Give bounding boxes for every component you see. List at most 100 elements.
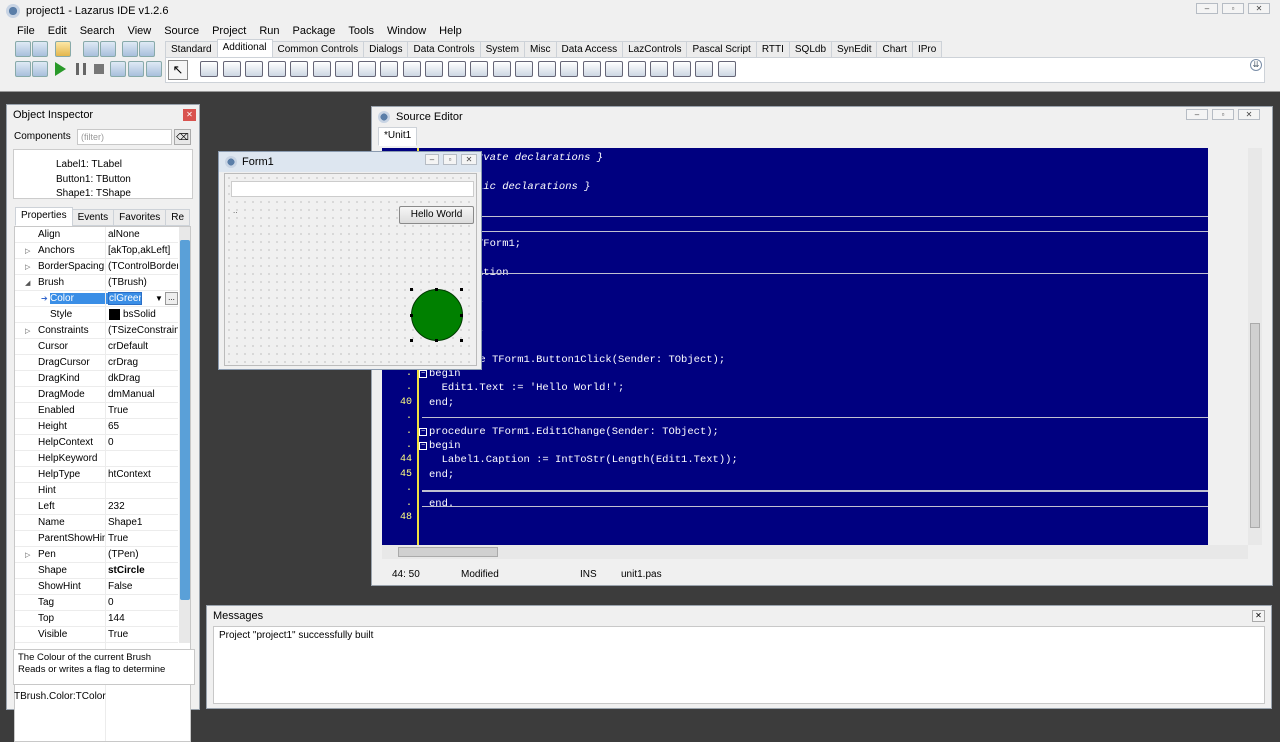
- palette-tab-synedit[interactable]: SynEdit: [831, 41, 878, 58]
- code-line[interactable]: TForm1;: [477, 238, 521, 250]
- menu-item-window[interactable]: Window: [387, 25, 426, 37]
- property-row-dragkind[interactable]: DragKind dkDrag: [15, 371, 178, 387]
- property-row-shape[interactable]: Shape stCircle: [15, 563, 178, 579]
- expand-icon[interactable]: ▷: [25, 263, 30, 271]
- palette-scroll-icon[interactable]: ⇊: [1250, 59, 1262, 71]
- tab-re[interactable]: Re: [165, 209, 191, 226]
- property-value[interactable]: crDefault: [108, 341, 178, 352]
- new-unit-icon[interactable]: [15, 41, 31, 57]
- property-row-brush[interactable]: ◢ Brush (TBrush): [15, 275, 178, 291]
- code-line[interactable]: procedure TForm1.Edit1Change(Sender: TOb…: [429, 426, 719, 438]
- property-value[interactable]: 144: [108, 613, 178, 624]
- shape-handle[interactable]: [460, 288, 463, 291]
- property-row-showhint[interactable]: ShowHint False: [15, 579, 178, 595]
- edit1-field[interactable]: [231, 181, 474, 197]
- maskedit-component-icon[interactable]: [537, 61, 556, 77]
- shape1-circle[interactable]: [411, 289, 463, 341]
- drawgrid-component-icon[interactable]: [650, 61, 668, 77]
- minimize-button[interactable]: –: [1196, 3, 1218, 14]
- paintbox-component-icon[interactable]: [335, 61, 353, 77]
- color-dropdown-icon[interactable]: ▼: [155, 294, 163, 303]
- property-value[interactable]: True: [108, 533, 178, 544]
- shape-handle[interactable]: [435, 288, 438, 291]
- build-message[interactable]: Project "project1" successfully built: [219, 630, 1259, 641]
- menu-item-tools[interactable]: Tools: [348, 25, 374, 37]
- save-all-icon[interactable]: [100, 41, 116, 57]
- menu-item-search[interactable]: Search: [80, 25, 115, 37]
- property-value[interactable]: True: [108, 405, 178, 416]
- checkgroup-component-icon[interactable]: [470, 61, 488, 77]
- combobox-component-icon[interactable]: [515, 61, 533, 77]
- tree-item[interactable]: Button1: TButton: [56, 174, 131, 185]
- property-row-anchors[interactable]: ▷ Anchors [akTop,akLeft]: [15, 243, 178, 259]
- pointer-tool-icon[interactable]: ↖: [168, 60, 188, 80]
- inspector-close-button[interactable]: ✕: [183, 109, 196, 121]
- editor-maximize-button[interactable]: ▫: [1212, 109, 1234, 120]
- close-button[interactable]: ✕: [1248, 3, 1270, 14]
- property-value[interactable]: 0: [108, 597, 178, 608]
- notebook-component-icon[interactable]: [357, 61, 376, 77]
- menu-item-package[interactable]: Package: [293, 25, 336, 37]
- label-component-icon[interactable]: [380, 61, 398, 77]
- splitter-component-icon[interactable]: [402, 61, 421, 77]
- code-line[interactable]: rvate declarations }: [477, 152, 603, 164]
- stringgrid-component-icon[interactable]: [627, 61, 646, 77]
- property-row-dragmode[interactable]: DragMode dmManual: [15, 387, 178, 403]
- fold-icon[interactable]: −: [419, 370, 427, 378]
- list-component-icon[interactable]: [695, 61, 713, 77]
- calendar-component-icon[interactable]: [605, 61, 623, 77]
- property-row-left[interactable]: Left 232: [15, 499, 178, 515]
- property-row-parentshowhint[interactable]: ParentShowHint True: [15, 531, 178, 547]
- editor-minimize-button[interactable]: –: [1186, 109, 1208, 120]
- property-row-top[interactable]: Top 144: [15, 611, 178, 627]
- form-canvas[interactable]: .. Hello World: [224, 173, 477, 366]
- panel-component-icon[interactable]: [672, 61, 691, 77]
- pause-icon[interactable]: [76, 63, 86, 75]
- select-color-icon[interactable]: ➔: [41, 294, 48, 303]
- palette-tab-data-access[interactable]: Data Access: [555, 41, 624, 58]
- property-row-borderspacing[interactable]: ▷ BorderSpacing (TControlBorder: [15, 259, 178, 275]
- hello-world-button[interactable]: Hello World: [399, 206, 474, 224]
- menu-item-file[interactable]: File: [17, 25, 35, 37]
- staticlabel-component-icon[interactable]: [560, 61, 578, 77]
- timer-component-icon[interactable]: [717, 61, 736, 77]
- filter-clear-icon[interactable]: ⌫: [174, 129, 191, 145]
- save-icon[interactable]: [83, 41, 99, 57]
- toggle-view-icon[interactable]: [32, 61, 48, 77]
- menu-item-help[interactable]: Help: [439, 25, 462, 37]
- code-area[interactable]: rvate declarations } lic declarations } TF…: [382, 148, 1208, 545]
- property-row-pen[interactable]: ▷ Pen (TPen): [15, 547, 178, 563]
- property-row-helptype[interactable]: HelpType htContext: [15, 467, 178, 483]
- tab-unit1[interactable]: *Unit1: [378, 127, 418, 146]
- bitbtn-component-icon[interactable]: [200, 61, 218, 77]
- form-maximize-button[interactable]: ▫: [443, 154, 457, 165]
- property-value[interactable]: crDrag: [108, 357, 178, 368]
- statictext-component-icon[interactable]: [245, 61, 263, 77]
- property-row-enabled[interactable]: Enabled True: [15, 403, 178, 419]
- menu-item-source[interactable]: Source: [164, 25, 199, 37]
- step-out-icon[interactable]: [146, 61, 162, 77]
- shape-handle[interactable]: [460, 339, 463, 342]
- code-line[interactable]: Label1.Caption := IntToStr(Length(Edit1.…: [429, 454, 738, 466]
- palette-tab-system[interactable]: System: [479, 41, 525, 58]
- palette-tab-pascal-script[interactable]: Pascal Script: [686, 41, 757, 58]
- property-row-dragcursor[interactable]: DragCursor crDrag: [15, 355, 178, 371]
- step-over-icon[interactable]: [128, 61, 144, 77]
- code-line[interactable]: end;: [429, 469, 454, 481]
- stop-icon[interactable]: [94, 64, 104, 74]
- property-row-helpcontext[interactable]: HelpContext 0: [15, 435, 178, 451]
- form-close-button[interactable]: ✕: [461, 154, 477, 165]
- menu-item-edit[interactable]: Edit: [48, 25, 67, 37]
- editor-close-button[interactable]: ✕: [1238, 109, 1260, 120]
- view-units-icon[interactable]: [139, 41, 155, 57]
- filter-input[interactable]: (filter): [77, 129, 172, 145]
- property-value[interactable]: (TBrush): [108, 277, 178, 288]
- editor-vscrollbar[interactable]: [1248, 148, 1262, 545]
- expand-icon[interactable]: ◢: [25, 279, 30, 287]
- open-icon[interactable]: [55, 41, 71, 57]
- property-value[interactable]: stCircle: [108, 565, 178, 576]
- property-row-name[interactable]: Name Shape1: [15, 515, 178, 531]
- palette-tab-standard[interactable]: Standard: [165, 41, 218, 58]
- palette-tab-additional[interactable]: Additional: [216, 39, 273, 58]
- property-row-align[interactable]: Align alNone: [15, 227, 178, 243]
